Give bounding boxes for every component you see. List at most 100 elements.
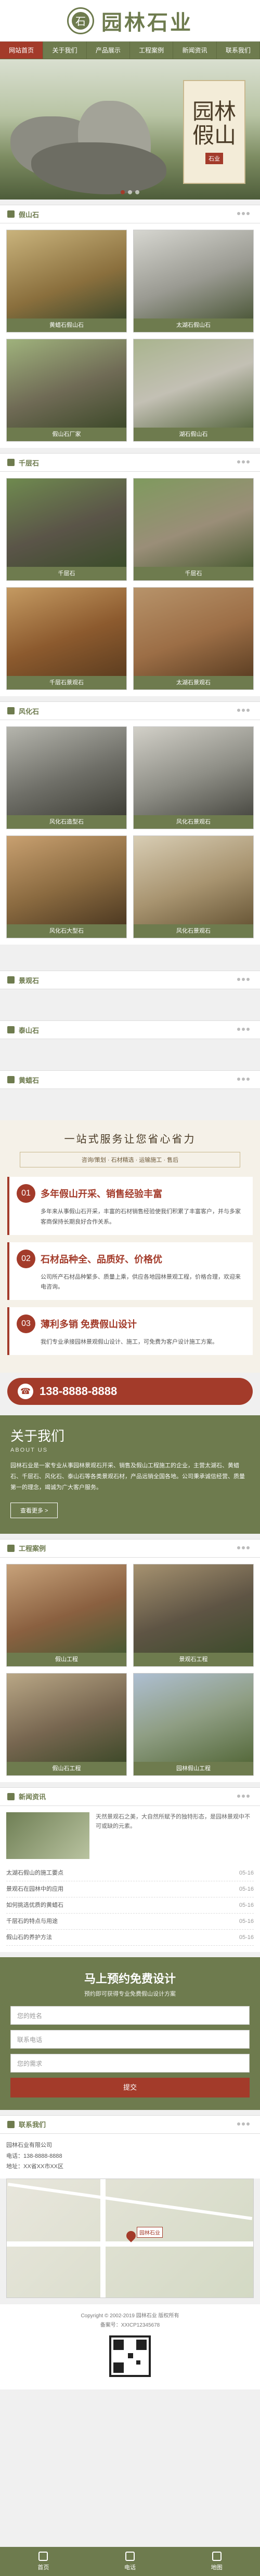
service-heading: 一站式服务让您省心省力 <box>64 1133 196 1145</box>
section-title: 千层石 <box>19 459 40 467</box>
nav-item-products[interactable]: 产品展示 <box>86 42 130 59</box>
service-block: 一站式服务让您省心省力 咨询/策划 · 石材精选 · 运输施工 · 售后 01 多… <box>0 1120 260 1373</box>
name-field[interactable]: 您的姓名 <box>10 2006 250 2025</box>
section-header-taishan[interactable]: 泰山石 <box>0 1020 260 1039</box>
product-caption: 太湖石景观石 <box>176 680 211 686</box>
more-icon[interactable] <box>237 1794 253 1799</box>
product-card[interactable]: 风化石景观石 <box>133 726 254 829</box>
more-icon[interactable] <box>237 212 253 216</box>
product-card[interactable]: 湖石假山石 <box>133 339 254 442</box>
news-item[interactable]: 千层石的特点与用途 05-16 <box>6 1914 254 1930</box>
hero-banner[interactable]: 园林 假山 石业 <box>0 59 260 200</box>
about-more-button[interactable]: 查看更多 > <box>10 1502 58 1518</box>
product-card[interactable]: 假山石厂家 <box>6 339 127 442</box>
more-icon[interactable] <box>237 709 253 713</box>
nav-item-cases[interactable]: 工程案例 <box>130 42 174 59</box>
more-icon[interactable] <box>237 460 253 464</box>
phone-icon: ☎ <box>18 1383 33 1399</box>
nav-item-home[interactable]: 网站首页 <box>0 42 44 59</box>
section-header-contact[interactable]: 联系我们 <box>0 2115 260 2134</box>
section-header-news[interactable]: 新闻资讯 <box>0 1787 260 1806</box>
banner-pagination[interactable] <box>121 190 139 194</box>
more-icon[interactable] <box>237 978 253 982</box>
nav-item-contact[interactable]: 联系我们 <box>216 42 260 59</box>
product-caption: 风化石大型石 <box>49 928 84 934</box>
section-title: 工程案例 <box>19 1545 46 1553</box>
section-title: 泰山石 <box>19 1026 40 1034</box>
product-card[interactable]: 千层石 <box>6 478 127 581</box>
more-icon[interactable] <box>237 1078 253 1082</box>
news-item[interactable]: 如何挑选优质的黄蜡石 05-16 <box>6 1897 254 1914</box>
product-card[interactable]: 黄蜡石假山石 <box>6 230 127 333</box>
banner-seal: 园林 假山 石业 <box>183 80 245 184</box>
news-list: 太湖石假山的施工要点 05-16 景观石在园林中的应用 05-16 如何挑选优质的黄… <box>0 1865 260 1952</box>
phone-field[interactable]: 联系电话 <box>10 2029 250 2049</box>
section-header-qianceng[interactable]: 千层石 <box>0 453 260 472</box>
company-name: 园林石业有限公司 <box>6 2142 52 2148</box>
section-icon <box>7 976 15 984</box>
product-caption: 湖石假山石 <box>179 431 208 437</box>
section-header-fengshi[interactable]: 风化石 <box>0 701 260 720</box>
logo[interactable]: 石 <box>67 7 94 34</box>
service-item: 02 石材品种全、品质好、价格优 公司所产石材品种繁多、质量上乘，供应各地园林景观… <box>7 1242 253 1300</box>
submit-button[interactable]: 提交 <box>10 2077 250 2097</box>
section-header-jiashan[interactable]: 假山石 <box>0 205 260 223</box>
product-card[interactable]: 太湖石景观石 <box>133 587 254 690</box>
contact-info: 园林石业有限公司 电话：138-8888-8888 地址：XX省XX市XX区 <box>0 2133 260 2179</box>
bottom-nav-map[interactable]: 地图 <box>173 2547 260 2576</box>
booking-section: 马上预约免费设计 预约即可获得专业免费假山设计方案 您的姓名 联系电话 您的需求… <box>0 1957 260 2110</box>
section-icon <box>7 2120 15 2128</box>
booking-subtitle: 预约即可获得专业免费假山设计方案 <box>84 1990 176 1997</box>
section-header-jingguan[interactable]: 景观石 <box>0 971 260 989</box>
product-card[interactable]: 风化石景观石 <box>133 835 254 938</box>
news-item[interactable]: 假山石的养护方法 05-16 <box>6 1930 254 1946</box>
section-icon <box>7 210 15 218</box>
service-subheading: 咨询/策划 · 石材精选 · 运输施工 · 售后 <box>19 1152 241 1167</box>
about-title: 关于我们 <box>10 1428 65 1444</box>
news-featured[interactable]: 天然景观石之美，大自然所赋予的独特形态，是园林景观中不可或缺的元素。 <box>0 1805 260 1865</box>
product-card[interactable]: 千层石景观石 <box>6 587 127 690</box>
about-section: 关于我们 ABOUT US 园林石业是一家专业从事园林景观石开采、销售及假山工程… <box>0 1415 260 1534</box>
section-icon <box>7 1544 15 1552</box>
more-icon[interactable] <box>237 1546 253 1550</box>
case-card[interactable]: 景观石工程 <box>133 1563 254 1667</box>
product-caption: 风化石景观石 <box>176 928 211 934</box>
case-card[interactable]: 园林假山工程 <box>133 1672 254 1776</box>
case-caption: 园林假山工程 <box>176 1765 211 1772</box>
service-number: 02 <box>17 1249 35 1268</box>
section-header-huangla[interactable]: 黄蜡石 <box>0 1070 260 1089</box>
product-card[interactable]: 风化石造型石 <box>6 726 127 829</box>
news-item[interactable]: 太湖石假山的施工要点 05-16 <box>6 1865 254 1881</box>
nav-item-news[interactable]: 新闻资讯 <box>173 42 217 59</box>
product-caption: 千层石 <box>185 570 202 577</box>
case-card[interactable]: 假山工程 <box>6 1563 127 1667</box>
section-title: 风化石 <box>19 707 40 715</box>
icp-number[interactable]: 备案号：XXICP12345678 <box>7 2321 253 2330</box>
phone-icon <box>125 2552 135 2561</box>
product-caption: 假山石厂家 <box>52 431 81 437</box>
product-card[interactable]: 千层石 <box>133 478 254 581</box>
product-card[interactable]: 风化石大型石 <box>6 835 127 938</box>
service-title: 多年假山开采、销售经验丰富 <box>41 1189 162 1199</box>
case-card[interactable]: 假山石工程 <box>6 1672 127 1776</box>
bottom-nav-phone[interactable]: 电话 <box>87 2547 174 2576</box>
contact-phone[interactable]: 电话：138-8888-8888 <box>6 2151 254 2162</box>
location-map[interactable]: 园林石业 <box>6 2179 254 2299</box>
more-icon[interactable] <box>237 1028 253 1032</box>
product-grid-jiashan: 黄蜡石假山石 太湖石假山石 假山石厂家 湖石假山石 <box>0 223 260 448</box>
section-icon <box>7 1026 15 1033</box>
news-item[interactable]: 景观石在园林中的应用 05-16 <box>6 1881 254 1897</box>
section-title: 景观石 <box>19 976 40 985</box>
product-caption: 黄蜡石假山石 <box>49 322 84 328</box>
news-featured-text: 天然景观石之美，大自然所赋予的独特形态，是园林景观中不可或缺的元素。 <box>96 1813 250 1830</box>
phone-call-button[interactable]: ☎ 138-8888-8888 <box>7 1377 253 1405</box>
nav-item-about[interactable]: 关于我们 <box>43 42 87 59</box>
section-header-cases[interactable]: 工程案例 <box>0 1538 260 1558</box>
bottom-nav-home[interactable]: 首页 <box>0 2547 87 2576</box>
qr-code-icon <box>109 2335 151 2378</box>
service-text: 多年来从事假山石开采，丰富的石材销售经验使我们积累了丰富客户，并与多家客商保持长… <box>41 1209 241 1225</box>
requirement-field[interactable]: 您的需求 <box>10 2053 250 2073</box>
case-grid: 假山工程 景观石工程 假山石工程 园林假山工程 <box>0 1557 260 1782</box>
more-icon[interactable] <box>237 2122 253 2127</box>
product-card[interactable]: 太湖石假山石 <box>133 230 254 333</box>
